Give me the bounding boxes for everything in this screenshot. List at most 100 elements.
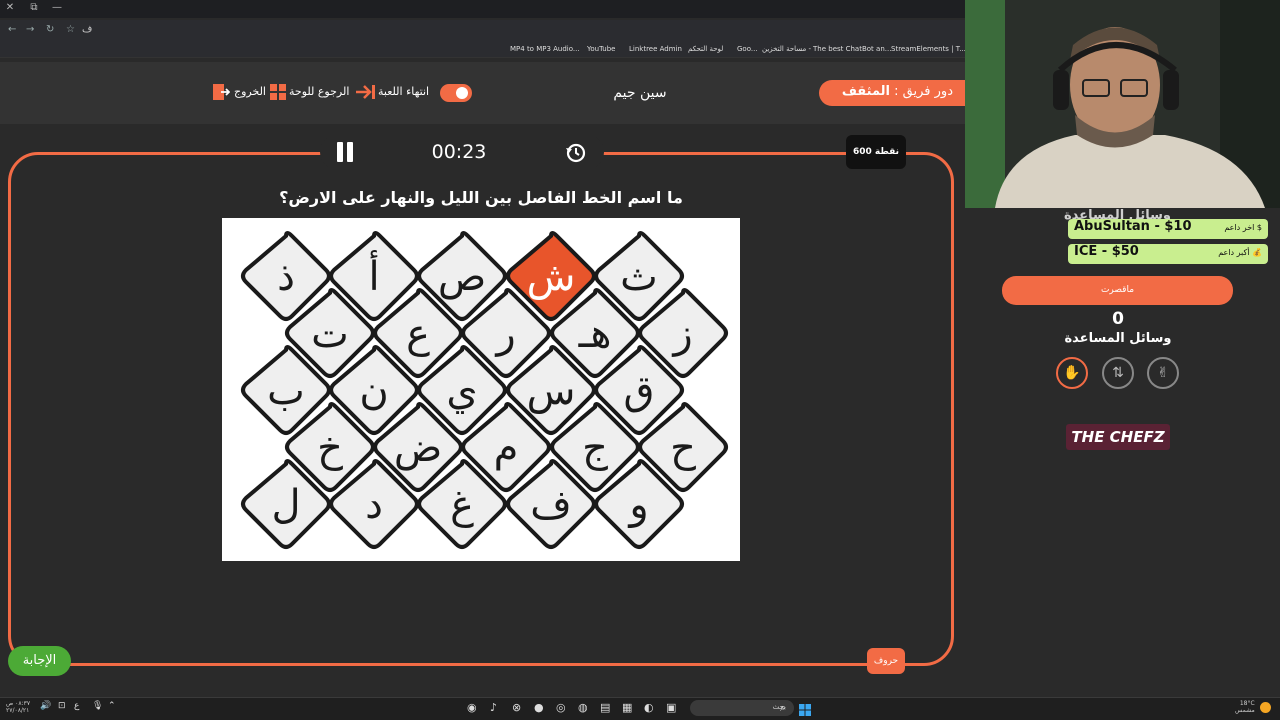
chrome-icon[interactable]: ◍ <box>578 701 588 714</box>
xbox-icon[interactable]: ⊗ <box>512 701 521 714</box>
bookmark-item[interactable]: The best ChatBot an... <box>813 45 891 53</box>
missed-button[interactable]: ماقصرت <box>1002 276 1233 305</box>
sun-icon <box>1260 702 1271 713</box>
restore-icon[interactable]: ⧉ <box>27 2 41 13</box>
letter-label: ج <box>582 425 608 472</box>
minimize-icon[interactable]: — <box>50 2 64 13</box>
letter-label: ذ <box>277 254 295 300</box>
exit-button[interactable]: الخروج <box>234 85 266 98</box>
bookmarks-bar: MP4 to MP3 Audio... YouTube Linktree Adm… <box>0 42 966 58</box>
toggle-knob <box>456 87 468 99</box>
bookmark-item[interactable]: Linktree Admin <box>629 45 682 53</box>
bookmark-item[interactable]: MP4 to MP3 Audio... <box>510 45 580 53</box>
letter-label: هـ <box>578 311 612 357</box>
obs-icon[interactable]: ◎ <box>556 701 566 714</box>
back-icon[interactable]: ← <box>8 24 16 35</box>
letter-label: ف <box>530 482 571 528</box>
letter-label: ح <box>670 425 696 471</box>
end-game-toggle[interactable] <box>440 84 472 102</box>
weather: 18°C مشمس <box>1235 700 1255 714</box>
letter-label: ض <box>394 425 442 471</box>
back-to-board-button[interactable]: الرجوع للوحة <box>289 85 349 98</box>
window-title-bar <box>0 0 965 18</box>
folder-icon[interactable]: ▤ <box>600 701 610 714</box>
address-bar[interactable] <box>0 20 965 42</box>
app-icon[interactable]: ● <box>534 701 544 714</box>
address-text[interactable]: ف <box>82 24 92 35</box>
letter-label: ش <box>527 254 576 300</box>
letter-label: ر <box>494 311 515 357</box>
weather-temp: 18°C <box>1239 700 1255 707</box>
letter-label: م <box>494 425 519 471</box>
points-badge: 600 نقطة <box>846 135 906 169</box>
close-icon[interactable]: ✕ <box>3 2 17 13</box>
reload-icon[interactable]: ↻ <box>46 24 54 35</box>
top-supporter-row: ICE - $50 💰 أكبر داعم <box>1068 244 1268 264</box>
letters-button[interactable]: حروف <box>867 648 905 674</box>
taskbar <box>0 697 1280 720</box>
letter-label: غ <box>450 482 474 528</box>
question-text: ما اسم الخط الفاصل بين الليل والنهار على… <box>279 188 683 207</box>
end-game-label[interactable]: انتهاء اللعبة <box>378 85 429 98</box>
letter-label: ع <box>406 311 430 357</box>
top-supporter: ICE - $50 <box>1074 244 1139 259</box>
letter-label: ب <box>267 368 305 414</box>
letter-label: و <box>627 482 648 528</box>
current-team-badge: دور فريق : المثقف <box>819 80 965 106</box>
store-icon[interactable]: ▦ <box>622 701 632 714</box>
bookmark-item[interactable]: StreamElements | T... <box>891 45 966 53</box>
bookmark-item[interactable]: YouTube <box>587 45 615 53</box>
letter-label: خ <box>317 425 343 471</box>
tiktok-icon[interactable]: ♪ <box>490 701 497 714</box>
swap-icon[interactable]: ⇅ <box>1102 357 1134 389</box>
chevron-up-icon[interactable]: ⌃ <box>108 701 116 711</box>
letter-label: د <box>365 482 383 528</box>
last-supporter: AbuSultan - $10 <box>1074 219 1192 234</box>
taskbar-search[interactable]: بحث <box>690 700 794 716</box>
letter-label: ن <box>359 368 388 414</box>
timer: 00:23 <box>431 141 487 163</box>
windows-icon[interactable] <box>799 701 811 716</box>
letters-board: ث ش ص أ ذ ز هـ ر ع ت ق س ي ن ب ح ج م ض خ و ف غ د ل <box>222 218 740 561</box>
edge-icon[interactable]: ◐ <box>644 701 654 714</box>
language-indicator[interactable]: ع <box>74 701 79 711</box>
forward-icon[interactable]: → <box>26 24 34 35</box>
exit-arrow-icon <box>354 84 376 104</box>
letter-label: ي <box>446 368 477 414</box>
last-supporter-label: $ اخر داعم <box>1224 223 1262 232</box>
hand-stop-icon[interactable]: ✋ <box>1056 357 1088 389</box>
door-icon <box>212 83 231 105</box>
board-svg: ثشص أ ذ ز هـ ر ع ت ق س ي ن ب ح ج م ض خ و ف غ د ل <box>241 231 728 549</box>
sponsor-logo: THE CHEFZ <box>1066 424 1170 450</box>
letter-label: ز <box>671 311 692 357</box>
terminal-icon[interactable]: ▣ <box>666 701 676 714</box>
answer-button[interactable]: الإجابة <box>8 646 71 676</box>
letter-label: أ <box>368 250 379 300</box>
game-title: سين جيم <box>613 85 667 101</box>
network-icon[interactable]: ⊡ <box>58 701 66 711</box>
bookmark-item[interactable]: Goo... <box>737 45 758 53</box>
steam-icon[interactable]: ◉ <box>467 701 477 714</box>
grid-icon <box>270 84 287 105</box>
letter-label: ق <box>623 368 654 414</box>
top-supporter-label: 💰 أكبر داعم <box>1218 248 1262 257</box>
search-icon[interactable]: ⌕ <box>780 701 786 715</box>
time: ٠٨:٣٧ ص <box>6 700 31 707</box>
letter-label: س <box>527 368 576 414</box>
reset-timer-icon[interactable] <box>565 142 587 169</box>
team-name: المثقف <box>841 84 891 99</box>
webcam-feed <box>965 0 1280 208</box>
bookmark-item[interactable]: لوحة التحكم <box>688 45 723 53</box>
two-fingers-icon[interactable]: ✌ <box>1147 357 1179 389</box>
mic-icon[interactable]: 🎙 <box>92 701 103 711</box>
bookmark-item[interactable]: مساحة التخزين - <box>762 45 811 53</box>
clock[interactable]: ٠٨:٣٧ ص ٢٧/٠٨/٢١ <box>6 700 30 714</box>
volume-icon[interactable]: 🔊 <box>40 701 51 711</box>
star-icon[interactable]: ☆ <box>66 24 75 35</box>
aids-title: وسائل المساعدة <box>1064 331 1172 346</box>
aids-count: 0 <box>1112 309 1124 329</box>
letter-label: ص <box>438 254 486 300</box>
weather-desc: مشمس <box>1235 707 1255 714</box>
pause-icon[interactable] <box>336 142 354 162</box>
letter-label: ل <box>271 482 300 528</box>
